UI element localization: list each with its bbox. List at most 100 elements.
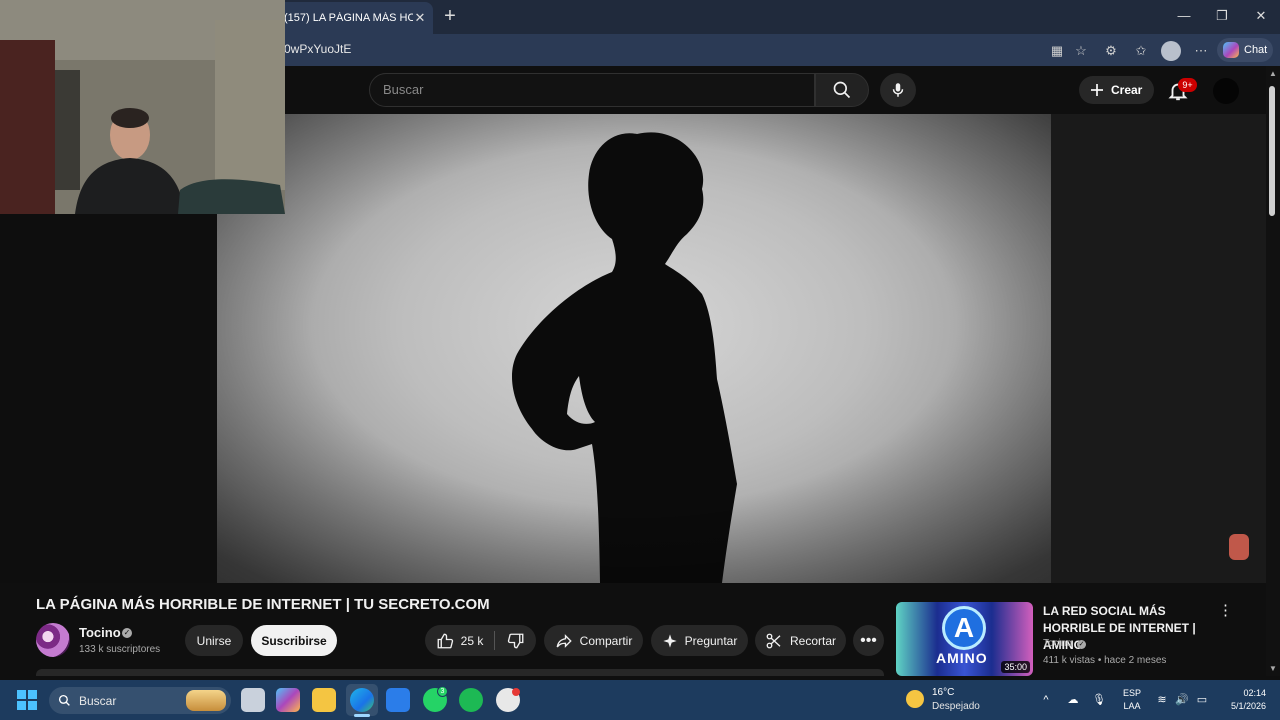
favorites-icon[interactable]: ✩ bbox=[1132, 42, 1150, 60]
ask-button[interactable]: Preguntar bbox=[651, 625, 748, 656]
recommended-menu-icon[interactable]: ⋮ bbox=[1218, 603, 1233, 621]
more-menu-icon[interactable]: ⋯ bbox=[1192, 42, 1210, 60]
join-button[interactable]: Unirse bbox=[185, 625, 243, 656]
search-input[interactable]: Buscar bbox=[369, 73, 815, 107]
screen: (157) LA PÁGINA MÁS HORRIBLE ✕ + — ❐ ✕ 0… bbox=[0, 0, 1280, 720]
floating-sticker-icon[interactable] bbox=[1229, 534, 1249, 560]
share-label: Compartir bbox=[579, 633, 633, 648]
weather-moon-icon[interactable] bbox=[906, 690, 924, 708]
recommended-meta: 411 k vistas • hace 2 meses bbox=[1043, 655, 1167, 666]
webcam-person-image bbox=[0, 0, 285, 214]
channel-avatar[interactable] bbox=[36, 623, 70, 657]
scrollbar-thumb[interactable] bbox=[1269, 86, 1275, 216]
favorite-star-icon[interactable]: ☆ bbox=[1072, 42, 1090, 60]
active-app-indicator bbox=[354, 714, 370, 717]
browser-tab[interactable]: (157) LA PÁGINA MÁS HORRIBLE ✕ bbox=[276, 2, 433, 34]
subscribe-label: Suscribirse bbox=[261, 633, 327, 648]
silhouette-image bbox=[217, 114, 1051, 583]
verified-badge-icon: ✓ bbox=[122, 628, 132, 638]
video-player[interactable] bbox=[217, 114, 1051, 583]
extensions-icon[interactable]: ⚙ bbox=[1102, 42, 1120, 60]
close-tab-icon[interactable]: ✕ bbox=[413, 11, 427, 25]
channel-name[interactable]: Tocino bbox=[79, 625, 121, 640]
system-clock[interactable]: 02:14 5/1/2026 bbox=[1222, 687, 1266, 713]
search-highlight-image bbox=[186, 690, 226, 711]
weather-description[interactable]: Despejado bbox=[932, 701, 980, 712]
share-arrow-icon bbox=[556, 633, 572, 648]
minimize-icon[interactable]: — bbox=[1174, 8, 1194, 26]
language-code: ESP bbox=[1123, 688, 1142, 698]
sparkle-icon bbox=[662, 633, 677, 648]
new-tab-icon[interactable]: + bbox=[440, 6, 460, 27]
clock-date: 5/1/2026 bbox=[1230, 701, 1266, 711]
battery-icon[interactable]: ▭ bbox=[1195, 693, 1209, 707]
restore-icon[interactable]: ❐ bbox=[1212, 8, 1232, 26]
taskbar-search-icon bbox=[58, 694, 70, 706]
scroll-down-arrow-icon[interactable]: ▼ bbox=[1266, 663, 1280, 675]
amino-logo-icon: A bbox=[942, 606, 986, 650]
store-icon[interactable] bbox=[386, 688, 410, 712]
voice-search-button[interactable] bbox=[880, 73, 916, 107]
keyboard-layout: LAA bbox=[1123, 701, 1141, 711]
recommended-verified-icon: ✓ bbox=[1077, 640, 1086, 649]
scroll-up-arrow-icon[interactable]: ▲ bbox=[1266, 68, 1280, 80]
taskbar-search-label: Buscar bbox=[79, 693, 117, 708]
weather-temperature[interactable]: 16°C bbox=[932, 687, 954, 698]
search-icon bbox=[833, 81, 851, 99]
share-button[interactable]: Compartir bbox=[544, 625, 643, 656]
thumbs-down-icon bbox=[507, 633, 523, 648]
video-duration: 35:00 bbox=[1001, 661, 1030, 673]
onedrive-icon[interactable]: ☁ bbox=[1066, 693, 1080, 707]
wifi-icon[interactable]: ≋ bbox=[1155, 693, 1169, 707]
more-dots-icon: ••• bbox=[860, 631, 877, 649]
tray-overflow-icon[interactable]: ^ bbox=[1039, 693, 1053, 707]
dislike-button[interactable] bbox=[495, 625, 536, 656]
like-button[interactable]: 25 k bbox=[425, 625, 494, 656]
like-dislike-group: 25 k bbox=[425, 625, 536, 656]
recommended-thumbnail[interactable]: A AMINO 35:00 bbox=[896, 602, 1033, 676]
edge-browser-icon[interactable] bbox=[350, 688, 374, 712]
create-label: Crear bbox=[1111, 83, 1143, 97]
windows-start-icon[interactable] bbox=[17, 690, 37, 710]
language-indicator[interactable]: ESP LAA bbox=[1123, 687, 1141, 713]
microphone-icon bbox=[892, 83, 904, 97]
tab-title: (157) LA PÁGINA MÁS HORRIBLE bbox=[284, 12, 413, 24]
join-label: Unirse bbox=[196, 633, 232, 648]
ask-label: Preguntar bbox=[684, 633, 738, 648]
copilot-icon bbox=[1223, 42, 1239, 58]
copilot-chat-button[interactable]: Chat bbox=[1217, 38, 1273, 62]
copilot-taskbar-icon[interactable] bbox=[276, 688, 300, 712]
notification-count-badge: 9+ bbox=[1178, 78, 1197, 92]
webcam-overlay bbox=[0, 0, 285, 214]
thumbnail-text: AMINO bbox=[936, 650, 988, 666]
subscribe-button[interactable]: Suscribirse bbox=[251, 625, 337, 656]
subscriber-count: 133 k suscriptores bbox=[79, 644, 161, 655]
task-view-icon[interactable] bbox=[241, 688, 265, 712]
spotify-icon[interactable] bbox=[459, 688, 483, 712]
description-box[interactable] bbox=[36, 669, 884, 676]
clock-time: 02:14 bbox=[1243, 688, 1266, 698]
thumbs-up-icon bbox=[437, 633, 453, 648]
clip-label: Recortar bbox=[789, 633, 836, 648]
clip-button[interactable]: Recortar bbox=[755, 625, 846, 656]
profile-avatar[interactable] bbox=[1161, 41, 1181, 61]
microphone-tray-icon[interactable]: 🎙 bbox=[1092, 693, 1106, 707]
file-explorer-icon[interactable] bbox=[312, 688, 336, 712]
more-actions-button[interactable]: ••• bbox=[853, 625, 884, 656]
volume-icon[interactable]: 🔊 bbox=[1175, 693, 1189, 707]
whatsapp-badge: 3 bbox=[437, 686, 448, 697]
search-button[interactable] bbox=[815, 73, 869, 107]
app-alert-dot bbox=[512, 688, 520, 696]
plus-icon bbox=[1091, 84, 1103, 96]
app-grid-icon[interactable]: ▦ bbox=[1048, 42, 1066, 60]
like-count: 25 k bbox=[460, 633, 484, 648]
close-window-icon[interactable]: ✕ bbox=[1251, 8, 1271, 26]
account-avatar[interactable] bbox=[1213, 78, 1239, 104]
scissors-icon bbox=[766, 633, 781, 648]
player-side-area bbox=[1051, 114, 1266, 583]
create-button[interactable]: Crear bbox=[1079, 76, 1154, 104]
url-field[interactable]: 0wPxYuoJtE bbox=[284, 42, 351, 56]
video-title: LA PÁGINA MÁS HORRIBLE DE INTERNET | TU … bbox=[36, 596, 490, 613]
recommended-channel[interactable]: Tocino bbox=[1043, 638, 1072, 649]
copilot-label: Chat bbox=[1244, 44, 1268, 56]
